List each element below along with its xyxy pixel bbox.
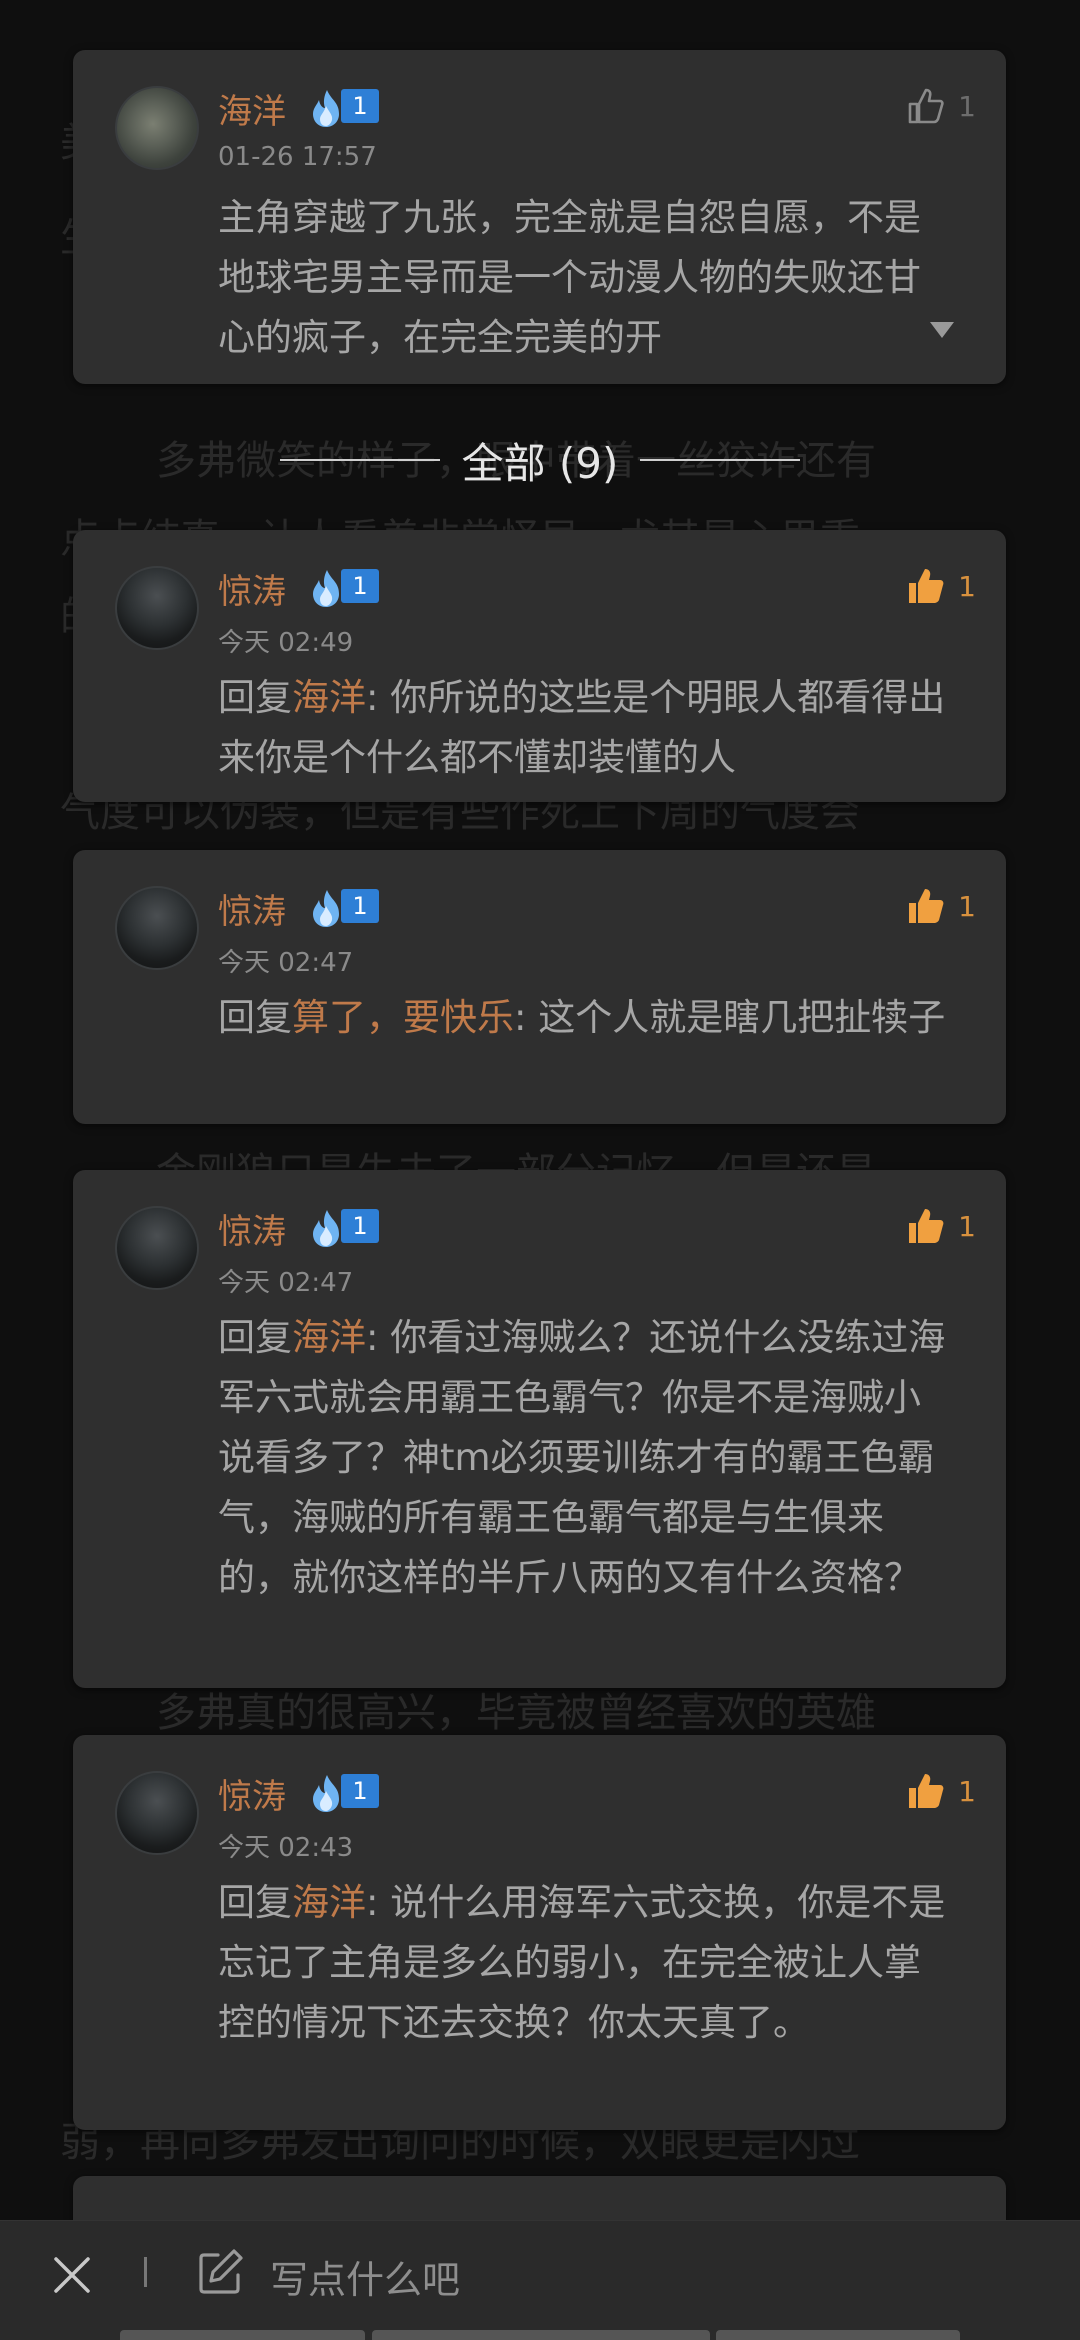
level-badge: 1 — [305, 1773, 379, 1812]
like-button[interactable]: 1 — [906, 1206, 976, 1246]
header-line-left — [279, 459, 440, 461]
like-button[interactable]: 1 — [906, 886, 976, 926]
expand-arrow-icon[interactable] — [930, 322, 954, 338]
comment-content[interactable]: 回复海洋: 说什么用海军六式交换，你是不是忘记了主角是多么的弱小，在完全被让人掌… — [218, 1873, 956, 2053]
username[interactable]: 惊涛 — [218, 1769, 286, 1818]
avatar[interactable] — [115, 566, 199, 650]
reply-separator: : — [514, 996, 539, 1039]
nav-hint-tab — [120, 2330, 365, 2340]
flame-icon — [305, 1208, 347, 1247]
username[interactable]: 惊涛 — [218, 884, 286, 933]
like-count: 1 — [958, 569, 976, 603]
like-count: 1 — [958, 1774, 976, 1808]
comment-content[interactable]: 回复算了，要快乐: 这个人就是瞎几把扯犊子 — [218, 988, 956, 1048]
comment-time: 今天 02:49 — [218, 628, 354, 658]
reply-mention[interactable]: 算了，要快乐 — [292, 996, 514, 1039]
pinned-comment-card[interactable]: 海洋 1 01-26 17:57 1 主角穿越了九张，完全就是自怨自愿，不是地球… — [73, 50, 1006, 384]
username[interactable]: 惊涛 — [218, 1204, 286, 1253]
username[interactable]: 惊涛 — [218, 564, 286, 613]
reply-prefix: 回复 — [218, 996, 292, 1039]
comment-input-placeholder[interactable]: 写点什么吧 — [270, 2249, 460, 2304]
level-badge: 1 — [305, 1208, 379, 1247]
reply-prefix: 回复 — [218, 1881, 292, 1924]
bottom-input-bar: 写点什么吧 — [0, 2220, 1080, 2340]
like-button[interactable]: 1 — [906, 86, 976, 126]
comment-text: 这个人就是瞎几把扯犊子 — [538, 996, 946, 1039]
thumbs-up-icon — [909, 1209, 944, 1243]
all-comments-label: 全部 (9) — [461, 438, 619, 488]
avatar[interactable] — [115, 86, 199, 170]
flame-icon — [305, 88, 347, 127]
comment-card[interactable]: 惊涛 1 今天 02:49 1 回复海洋: 你所说的这些是个明眼人都看得出来你是… — [73, 530, 1006, 802]
comment-time: 今天 02:47 — [218, 1268, 354, 1298]
avatar[interactable] — [115, 886, 199, 970]
comment-time: 今天 02:47 — [218, 948, 354, 978]
thumbs-up-icon — [909, 569, 944, 603]
like-count: 1 — [958, 89, 976, 123]
level-badge: 1 — [305, 568, 379, 607]
close-icon[interactable] — [48, 2251, 96, 2299]
level-badge: 1 — [305, 888, 379, 927]
level-badge: 1 — [305, 88, 379, 127]
nav-hint-tab — [716, 2330, 960, 2340]
comment-overlay-page: 美 生 多弗微笑的样子，眼中带着一丝狡诈还有 点点纯真，让人看着非常怪异，尤其是… — [0, 0, 1080, 2340]
thumbs-up-icon — [909, 1774, 944, 1808]
reply-separator: : — [366, 1881, 391, 1924]
comment-time: 01-26 17:57 — [218, 142, 377, 172]
like-button[interactable]: 1 — [906, 1771, 976, 1811]
reply-mention[interactable]: 海洋 — [292, 1316, 366, 1359]
flame-icon — [305, 568, 347, 607]
comment-card[interactable]: 惊涛 1 今天 02:43 1 回复海洋: 说什么用海军六式交换，你是不是忘记了… — [73, 1735, 1006, 2130]
reply-mention[interactable]: 海洋 — [292, 1881, 366, 1924]
flame-icon — [305, 888, 347, 927]
nav-hint-tab — [372, 2330, 710, 2340]
all-comments-header: 全部 (9) — [0, 428, 1080, 492]
flame-icon — [305, 1773, 347, 1812]
reply-prefix: 回复 — [218, 676, 292, 719]
like-count: 1 — [958, 889, 976, 923]
reply-separator: : — [366, 676, 391, 719]
comment-time: 今天 02:43 — [218, 1833, 354, 1863]
header-line-right — [640, 459, 801, 461]
divider — [144, 2257, 147, 2287]
reply-separator: : — [366, 1316, 391, 1359]
reply-prefix: 回复 — [218, 1316, 292, 1359]
username[interactable]: 海洋 — [218, 84, 286, 133]
comment-card[interactable]: 惊涛 1 今天 02:47 1 回复海洋: 你看过海贼么？还说什么没练过海军六式… — [73, 1170, 1006, 1688]
comment-content[interactable]: 回复海洋: 你看过海贼么？还说什么没练过海军六式就会用霸王色霸气？你是不是海贼小… — [218, 1308, 956, 1608]
thumbs-up-icon — [909, 889, 944, 923]
avatar[interactable] — [115, 1206, 199, 1290]
like-count: 1 — [958, 1209, 976, 1243]
reply-mention[interactable]: 海洋 — [292, 676, 366, 719]
comment-card[interactable]: 惊涛 1 今天 02:47 1 回复算了，要快乐: 这个人就是瞎几把扯犊子 — [73, 850, 1006, 1124]
text-fade — [836, 310, 926, 370]
edit-icon[interactable] — [196, 2247, 244, 2297]
comment-content[interactable]: 回复海洋: 你所说的这些是个明眼人都看得出来你是个什么都不懂却装懂的人 — [218, 668, 956, 788]
thumbs-up-outline-icon — [908, 88, 944, 124]
bottom-nav-hint — [0, 2330, 1080, 2340]
avatar[interactable] — [115, 1771, 199, 1855]
like-button[interactable]: 1 — [906, 566, 976, 606]
